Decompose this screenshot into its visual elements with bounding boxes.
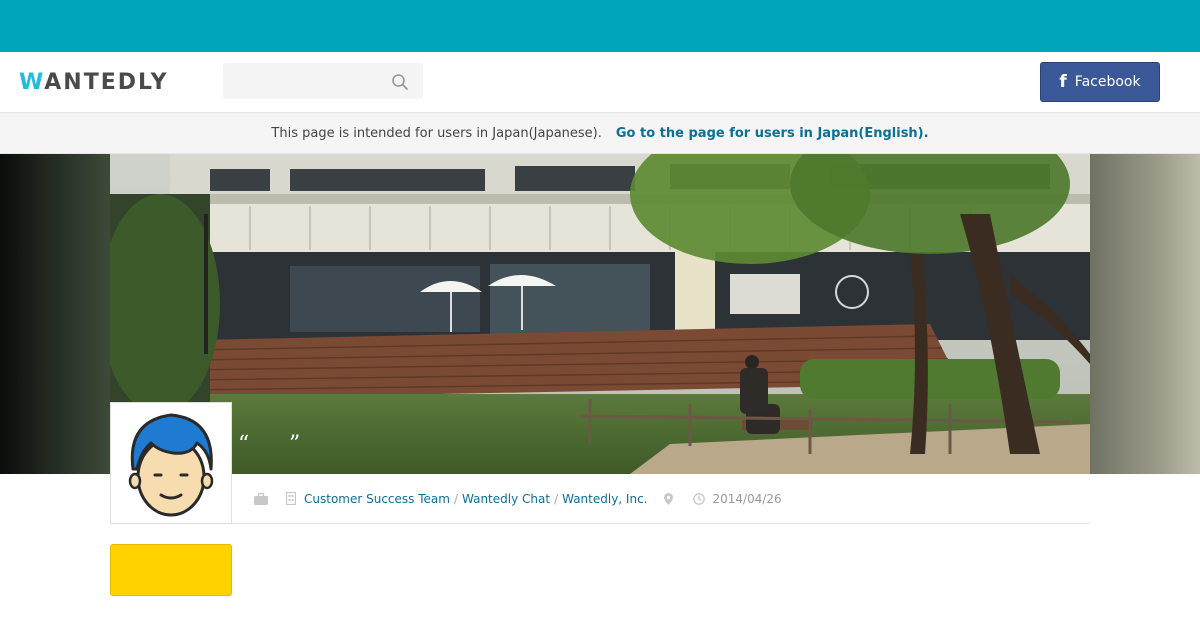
top-accent-bar <box>0 0 1200 52</box>
cover-blur-left <box>0 154 110 474</box>
english-page-link[interactable]: Go to the page for users in Japan(Englis… <box>616 126 929 141</box>
team-link[interactable]: Customer Success Team <box>304 492 450 506</box>
meta-separator: / <box>554 491 559 506</box>
quote-close-mark: ” <box>289 432 301 457</box>
facebook-icon: f <box>1059 72 1067 92</box>
profile-avatar <box>110 402 232 524</box>
logo-rest: ANTEDLY <box>44 70 169 95</box>
search-input[interactable] <box>223 63 383 99</box>
facebook-login-button[interactable]: f Facebook <box>1040 62 1160 102</box>
building-icon <box>286 492 296 505</box>
cover-photo <box>110 154 1090 474</box>
search-icon[interactable] <box>391 73 409 91</box>
quote-open-mark: “ <box>238 432 250 457</box>
locale-notice-bar: This page is intended for users in Japan… <box>0 113 1200 154</box>
product-link[interactable]: Wantedly Chat <box>462 492 550 506</box>
action-button[interactable] <box>110 544 232 596</box>
company-link[interactable]: Wantedly, Inc. <box>562 492 647 506</box>
locale-notice-text: This page is intended for users in Japan… <box>271 125 602 141</box>
post-date: 2014/04/26 <box>712 491 782 506</box>
profile-meta-row: Customer Success Team / Wantedly Chat / … <box>232 474 1090 524</box>
location-pin-icon <box>663 492 673 505</box>
wantedly-logo[interactable]: WANTEDLY <box>19 70 169 96</box>
avatar-illustration <box>128 413 214 517</box>
logo-first-letter: W <box>19 70 45 95</box>
briefcase-icon <box>254 492 268 505</box>
cover-blur-right <box>1090 154 1200 474</box>
meta-separator: / <box>453 491 458 506</box>
search-box <box>223 63 423 99</box>
clock-icon <box>692 492 705 505</box>
facebook-button-label: Facebook <box>1074 74 1141 90</box>
site-header: WANTEDLY f Facebook <box>0 52 1200 113</box>
